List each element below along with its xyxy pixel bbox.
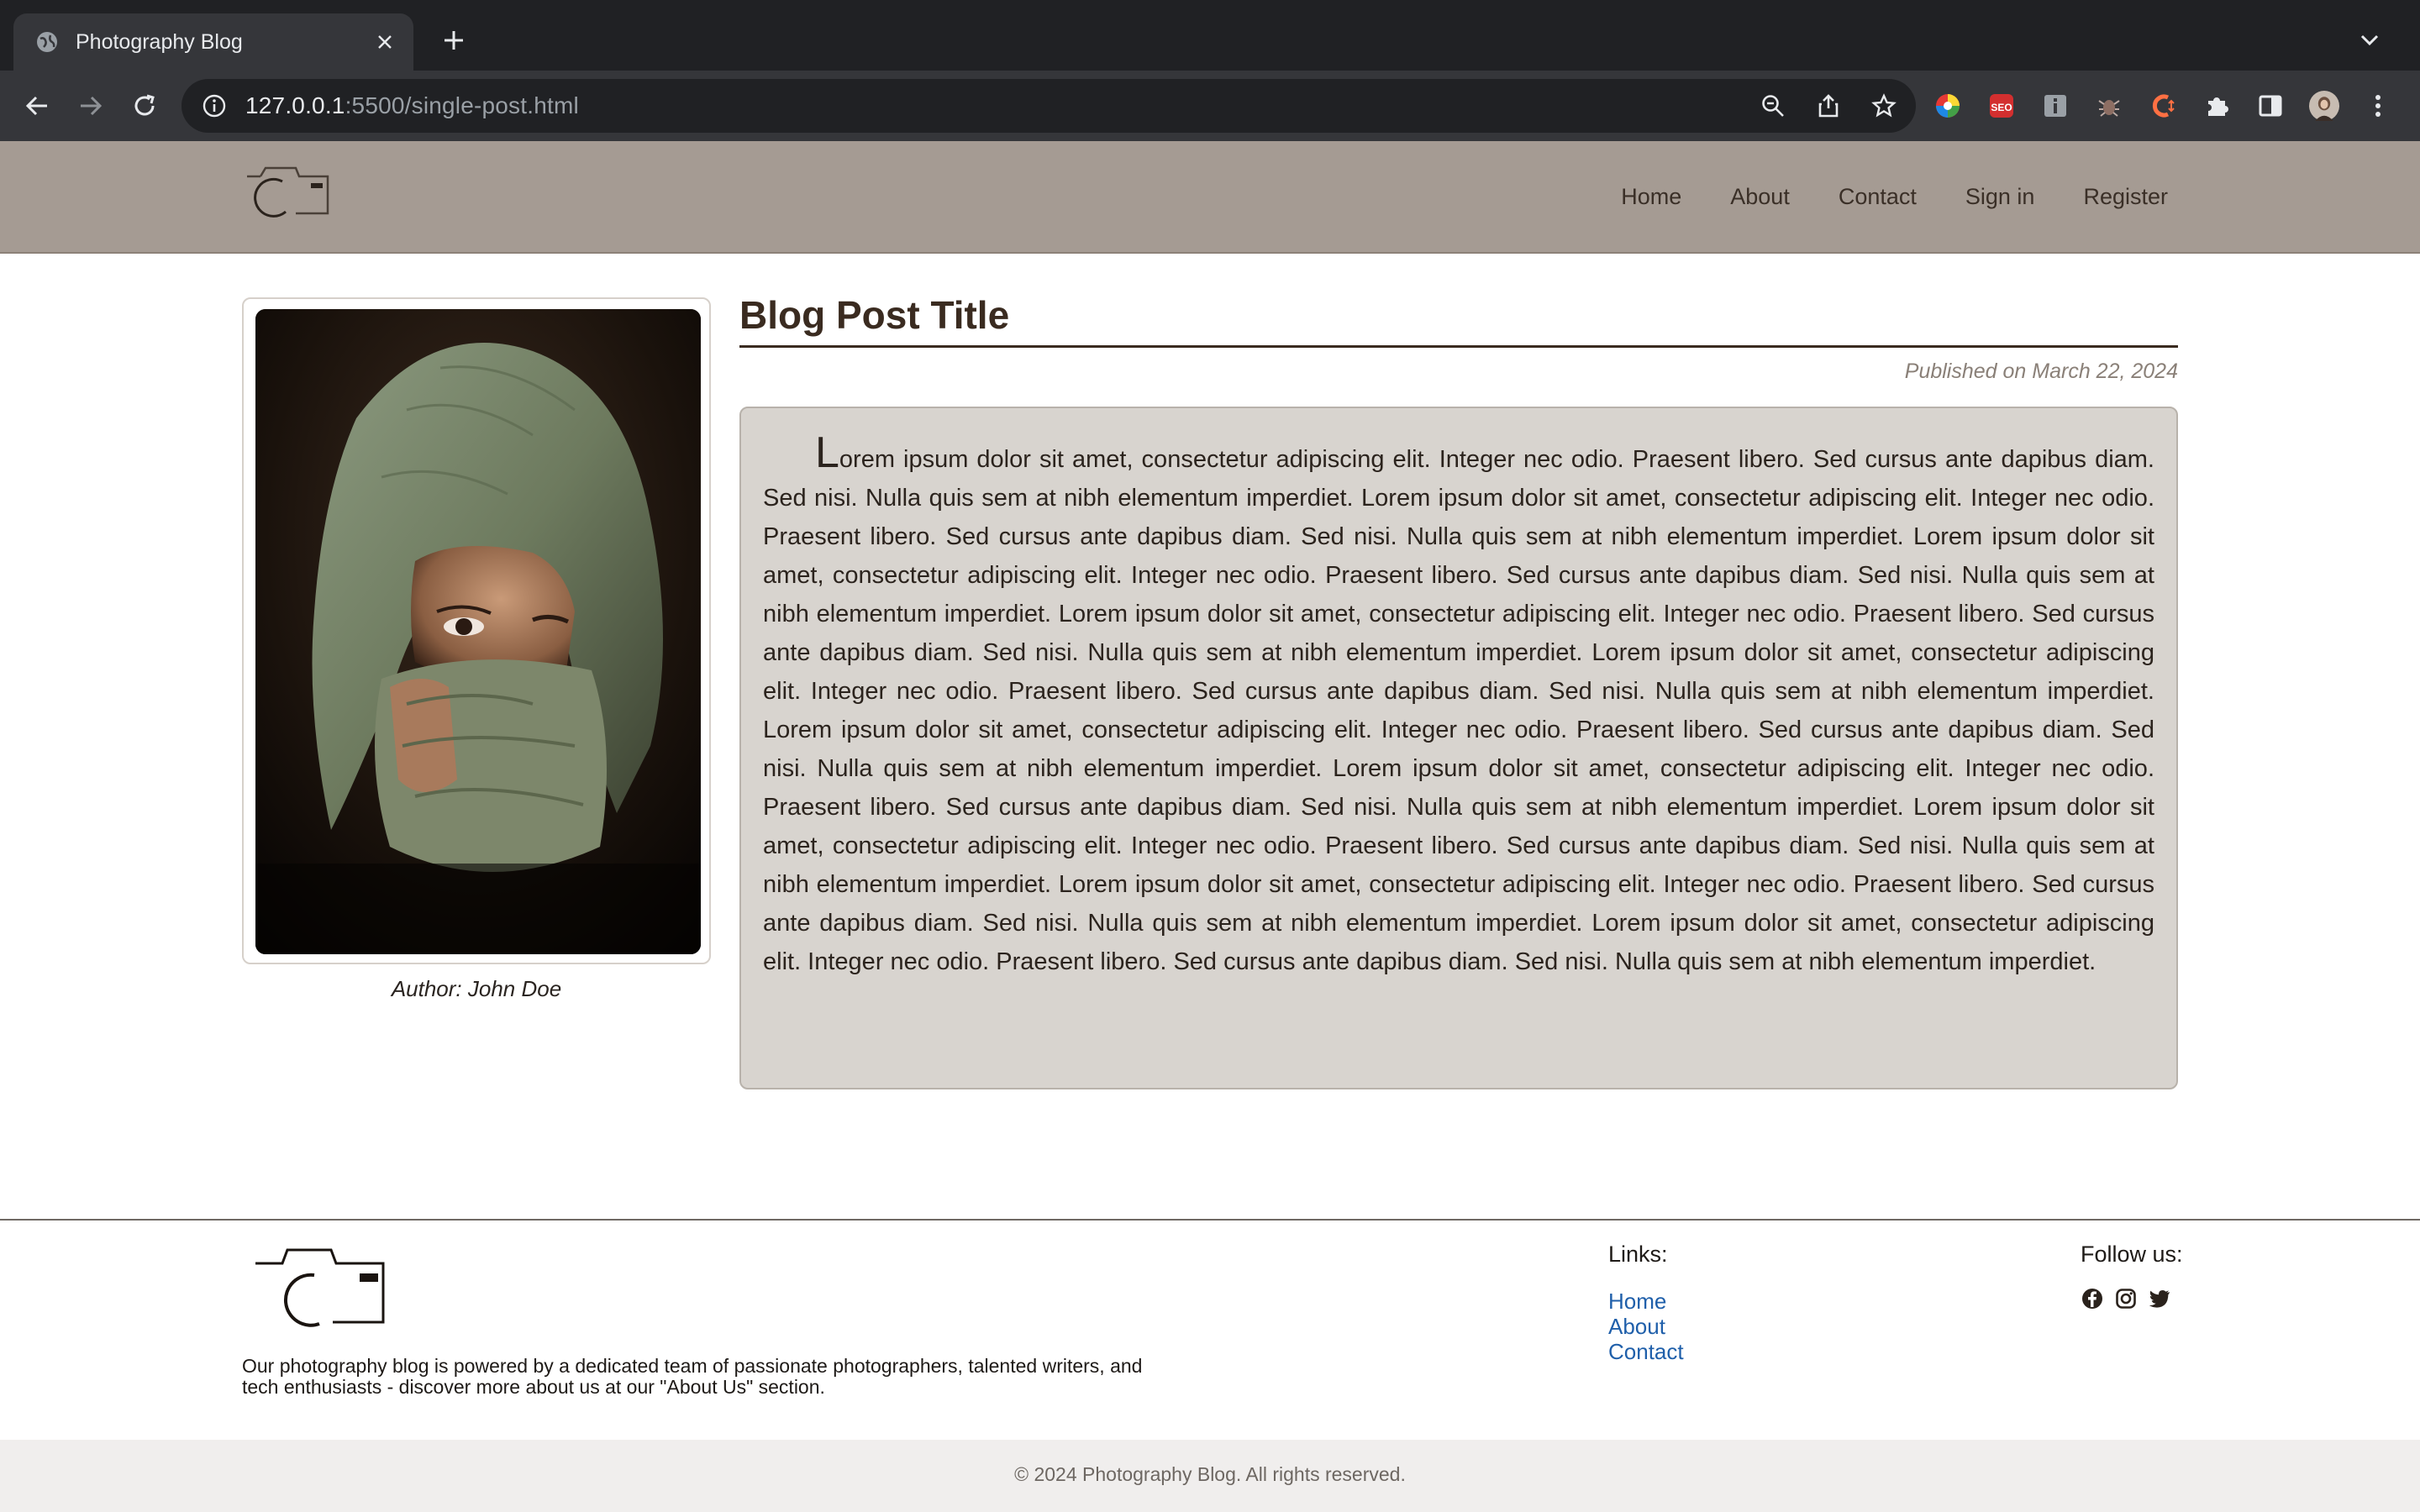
portrait-photo <box>255 309 701 954</box>
footer-links: Home About Contact <box>1608 1289 1684 1364</box>
nav-sign-in[interactable]: Sign in <box>1965 184 2035 210</box>
footer-links-heading: Links: <box>1608 1242 1668 1267</box>
svg-text:SEO: SEO <box>1991 102 2012 113</box>
camera-logo-icon <box>249 1245 392 1329</box>
bookmark-star-icon[interactable] <box>1869 91 1899 121</box>
nav-about[interactable]: About <box>1730 184 1790 210</box>
address-bar[interactable]: 127.0.0.1:5500/single-post.html <box>182 79 1916 133</box>
extensions-area: SEO <box>1933 79 2393 133</box>
footer-link-about[interactable]: About <box>1608 1314 1684 1339</box>
new-tab-icon[interactable] <box>435 22 472 59</box>
site-header: Home About Contact Sign in Register <box>0 141 2420 254</box>
omnibox-actions <box>1758 79 1899 133</box>
nav-contact[interactable]: Contact <box>1839 184 1917 210</box>
chevron-down-icon[interactable] <box>2353 24 2386 57</box>
url-host: 127.0.0.1 <box>245 92 345 118</box>
side-panel-icon[interactable] <box>2255 91 2286 121</box>
copyright-text: © 2024 Photography Blog. All rights rese… <box>1014 1463 1406 1485</box>
twitter-icon[interactable] <box>2148 1287 2171 1310</box>
main-nav: Home About Contact Sign in Register <box>1621 141 2168 252</box>
menu-dots-icon[interactable] <box>2363 91 2393 121</box>
puzzle-icon[interactable] <box>2202 91 2232 121</box>
nav-register[interactable]: Register <box>2083 184 2168 210</box>
author-card <box>242 297 711 964</box>
post-body: Lorem ipsum dolor sit amet, consectetur … <box>739 407 2178 1089</box>
forward-icon[interactable] <box>72 87 109 124</box>
facebook-icon[interactable] <box>2081 1287 2104 1310</box>
browser-tab-bar: Photography Blog <box>0 0 2420 71</box>
seo-extension-icon[interactable]: SEO <box>1986 91 2017 121</box>
footer-about-text: Our photography blog is powered by a ded… <box>242 1355 1143 1398</box>
profile-avatar[interactable] <box>2309 91 2339 121</box>
title-divider <box>739 345 2178 348</box>
post-title: Blog Post Title <box>739 293 1010 337</box>
camera-logo-icon[interactable] <box>244 165 333 218</box>
info-extension-icon[interactable] <box>2040 91 2070 121</box>
published-date: Published on March 22, 2024 <box>1904 360 2178 383</box>
instagram-icon[interactable] <box>2114 1287 2138 1310</box>
footer-link-contact[interactable]: Contact <box>1608 1339 1684 1364</box>
reload-icon[interactable] <box>126 87 163 124</box>
back-icon[interactable] <box>18 87 55 124</box>
browser-toolbar: 127.0.0.1:5500/single-post.html SEO <box>0 71 2420 141</box>
author-name: Author: John Doe <box>391 976 562 1001</box>
zoom-icon[interactable] <box>1758 91 1788 121</box>
bug-extension-icon[interactable] <box>2094 91 2124 121</box>
css-extension-icon[interactable] <box>2148 91 2178 121</box>
globe-icon <box>34 29 60 55</box>
close-tab-icon[interactable] <box>368 25 402 59</box>
color-picker-extension-icon[interactable] <box>1933 91 1963 121</box>
browser-tab[interactable]: Photography Blog <box>13 13 413 71</box>
social-icons <box>2081 1287 2171 1310</box>
follow-us-heading: Follow us: <box>2081 1242 2183 1267</box>
site-info-icon[interactable] <box>200 92 229 120</box>
post-paragraph: Lorem ipsum dolor sit amet, consectetur … <box>763 428 2154 975</box>
tab-title: Photography Blog <box>76 29 243 54</box>
url-path: :5500/single-post.html <box>345 92 579 118</box>
footer-divider <box>0 1219 2420 1221</box>
url-text: 127.0.0.1:5500/single-post.html <box>245 92 579 119</box>
footer-link-home[interactable]: Home <box>1608 1289 1684 1314</box>
nav-home[interactable]: Home <box>1621 184 1681 210</box>
share-icon[interactable] <box>1813 91 1844 121</box>
